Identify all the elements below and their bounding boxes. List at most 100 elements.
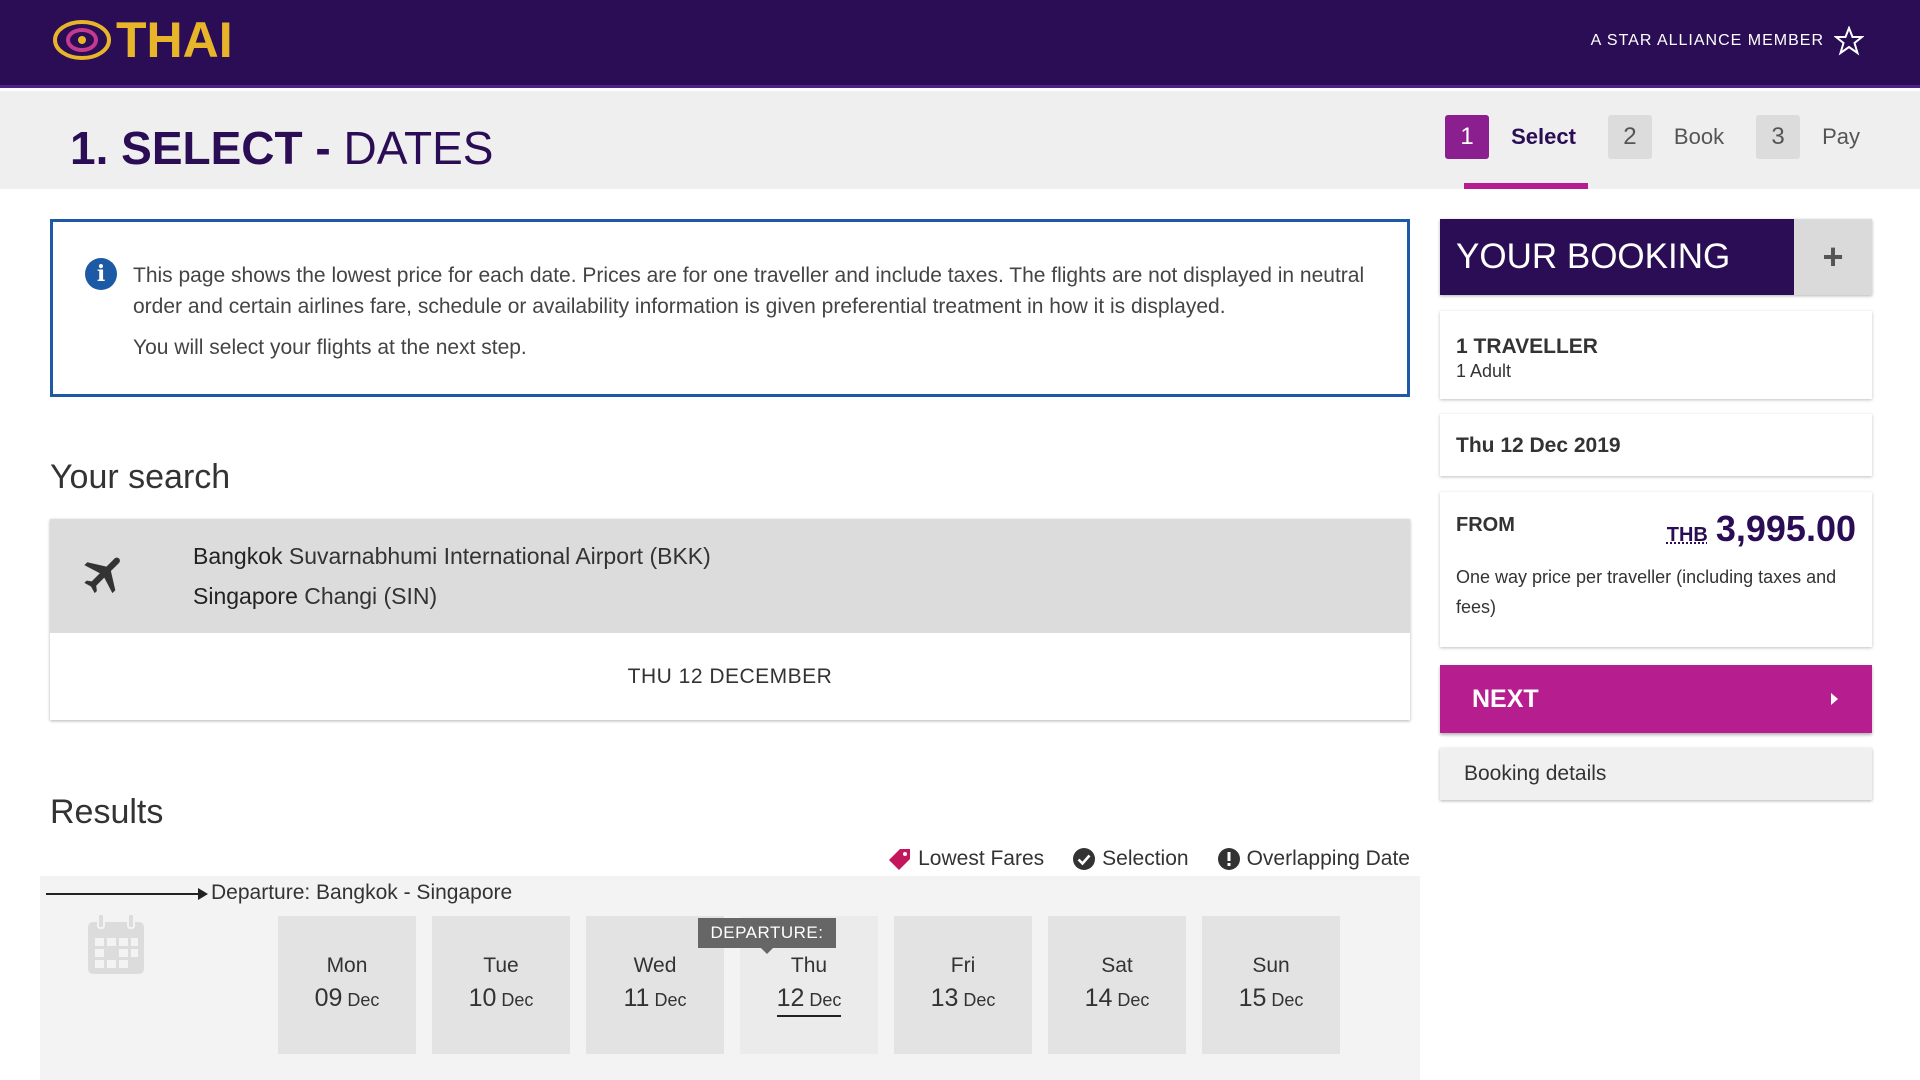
logo-text: THAI [116, 12, 233, 68]
info-text-next-step: You will select your flights at the next… [133, 336, 527, 359]
day-month: Dec [501, 990, 534, 1010]
travel-date-card: Thu 12 Dec 2019 [1440, 414, 1872, 476]
step-select[interactable]: 1 Select [1445, 115, 1576, 159]
day-date: 11 Dec [586, 984, 724, 1013]
origin-airport: Suvarnabhumi International Airport (BKK) [288, 543, 711, 569]
day-month: Dec [654, 990, 687, 1010]
orchid-logo-icon [53, 20, 111, 60]
day-date: 14 Dec [1048, 984, 1186, 1013]
travellers-title: 1 TRAVELLER [1456, 335, 1598, 358]
departure-arrow-head [198, 888, 208, 900]
day-date: 13 Dec [894, 984, 1032, 1013]
departure-route-label: Departure: Bangkok - Singapore [211, 881, 513, 904]
active-step-indicator [1464, 183, 1588, 189]
your-booking-title: YOUR BOOKING [1456, 237, 1731, 276]
day-month: Dec [1117, 990, 1150, 1010]
destination-line: Singapore Changi (SIN) [193, 583, 437, 610]
day-name: Fri [950, 954, 976, 977]
day-card-fri[interactable]: Fri 13 Dec [894, 916, 1032, 1054]
star-alliance-badge: A STAR ALLIANCE MEMBER [1591, 26, 1864, 56]
day-month: Dec [809, 990, 842, 1010]
day-name: Tue [483, 954, 519, 977]
day-month: Dec [347, 990, 380, 1010]
page-title: 1. SELECT - DATES [70, 121, 493, 175]
total-price: THB 3,995.00 [1667, 508, 1856, 550]
day-date: 15 Dec [1202, 984, 1340, 1013]
legend-overlapping-label: Overlapping Date [1246, 847, 1410, 870]
step-label: Pay [1822, 124, 1860, 149]
from-label: FROM [1456, 514, 1515, 536]
info-text: This page shows the lowest price for eac… [133, 264, 1365, 318]
route-summary: Bangkok Suvarnabhumi International Airpo… [50, 519, 1410, 633]
next-button[interactable]: NEXT [1440, 665, 1872, 733]
destination-city: Singapore [193, 583, 298, 609]
price-amount: 3,995.00 [1715, 508, 1856, 549]
day-name: Sun [1252, 954, 1290, 977]
travellers-detail: 1 Adult [1456, 361, 1512, 381]
star-alliance-text: A STAR ALLIANCE MEMBER [1590, 32, 1824, 49]
day-name: Mon [326, 954, 368, 977]
step-number: 3 [1756, 115, 1801, 159]
price-card: FROM THB 3,995.00 One way price per trave… [1440, 492, 1872, 647]
day-number: 15 [1238, 984, 1267, 1012]
day-card-tue[interactable]: Tue 10 Dec [432, 916, 570, 1054]
legend-lowest-fares: Lowest Fares [888, 847, 1044, 871]
day-card-sat[interactable]: Sat 14 Dec [1048, 916, 1186, 1054]
info-notice: i This page shows the lowest price for e… [50, 219, 1410, 397]
price-currency[interactable]: THB [1667, 524, 1708, 546]
calendar-icon [88, 913, 144, 974]
plane-icon [84, 557, 120, 594]
travel-date: Thu 12 Dec 2019 [1456, 434, 1621, 457]
thai-logo[interactable]: THAI [52, 10, 233, 70]
legend-lowest-label: Lowest Fares [918, 847, 1045, 870]
step-label: Select [1511, 124, 1576, 149]
info-icon: i [85, 258, 117, 290]
step-number: 2 [1607, 115, 1652, 159]
origin-line: Bangkok Suvarnabhumi International Airpo… [193, 543, 711, 570]
day-number: 13 [930, 984, 959, 1012]
step-book[interactable]: 2 Book [1607, 115, 1724, 159]
page-title-separator: - [302, 122, 344, 174]
day-number: 12 [776, 984, 805, 1012]
page-header: 1. SELECT - DATES 1 Select 2 Book 3 Pay [0, 91, 1920, 189]
next-button-label: NEXT [1472, 684, 1539, 713]
destination-airport: Changi (SIN) [304, 583, 438, 609]
travellers-card: 1 TRAVELLER 1 Adult [1440, 311, 1872, 399]
day-month: Dec [1271, 990, 1304, 1010]
day-month: Dec [963, 990, 996, 1010]
day-number: 11 [623, 984, 650, 1012]
day-date: 10 Dec [432, 984, 570, 1013]
date-results-panel: Departure: Bangkok - Singapore Mon 09 De… [40, 876, 1420, 1080]
chevron-right-icon [1831, 693, 1838, 705]
your-booking-header: YOUR BOOKING + [1440, 219, 1872, 295]
price-note: One way price per traveller (including t… [1456, 567, 1837, 617]
day-name: Sat [1101, 954, 1133, 977]
booking-details-label: Booking details [1464, 762, 1607, 785]
page-title-step: 1. SELECT [70, 122, 303, 174]
results-legend: Lowest Fares Selection Overlapping Date [860, 847, 1410, 871]
legend-overlapping: Overlapping Date [1217, 847, 1410, 871]
day-card-sun[interactable]: Sun 15 Dec [1202, 916, 1340, 1054]
legend-selection: Selection [1072, 847, 1189, 871]
legend-selection-label: Selection [1102, 847, 1189, 870]
day-date: 09 Dec [278, 984, 416, 1013]
day-number: 09 [314, 984, 343, 1012]
day-date: 12 Dec [776, 984, 842, 1017]
day-number: 10 [468, 984, 497, 1012]
departure-arrow-line [46, 893, 206, 895]
exclamation-circle-icon [1217, 848, 1240, 870]
expand-booking-button[interactable]: + [1794, 219, 1872, 295]
check-circle-icon [1073, 848, 1096, 870]
booking-details-button[interactable]: Booking details [1440, 748, 1872, 800]
star-alliance-icon [1834, 26, 1864, 56]
step-pay[interactable]: 3 Pay [1756, 115, 1860, 159]
departure-tag: DEPARTURE: [698, 918, 836, 954]
progress-steps: 1 Select 2 Book 3 Pay [1413, 115, 1860, 159]
day-card-mon[interactable]: Mon 09 Dec [278, 916, 416, 1054]
your-search-title: Your search [50, 458, 231, 496]
day-number: 14 [1084, 984, 1113, 1012]
top-header: THAI A STAR ALLIANCE MEMBER [0, 0, 1920, 88]
results-title: Results [50, 793, 164, 831]
day-name: Wed [633, 954, 677, 977]
search-summary: Bangkok Suvarnabhumi International Airpo… [50, 519, 1410, 720]
